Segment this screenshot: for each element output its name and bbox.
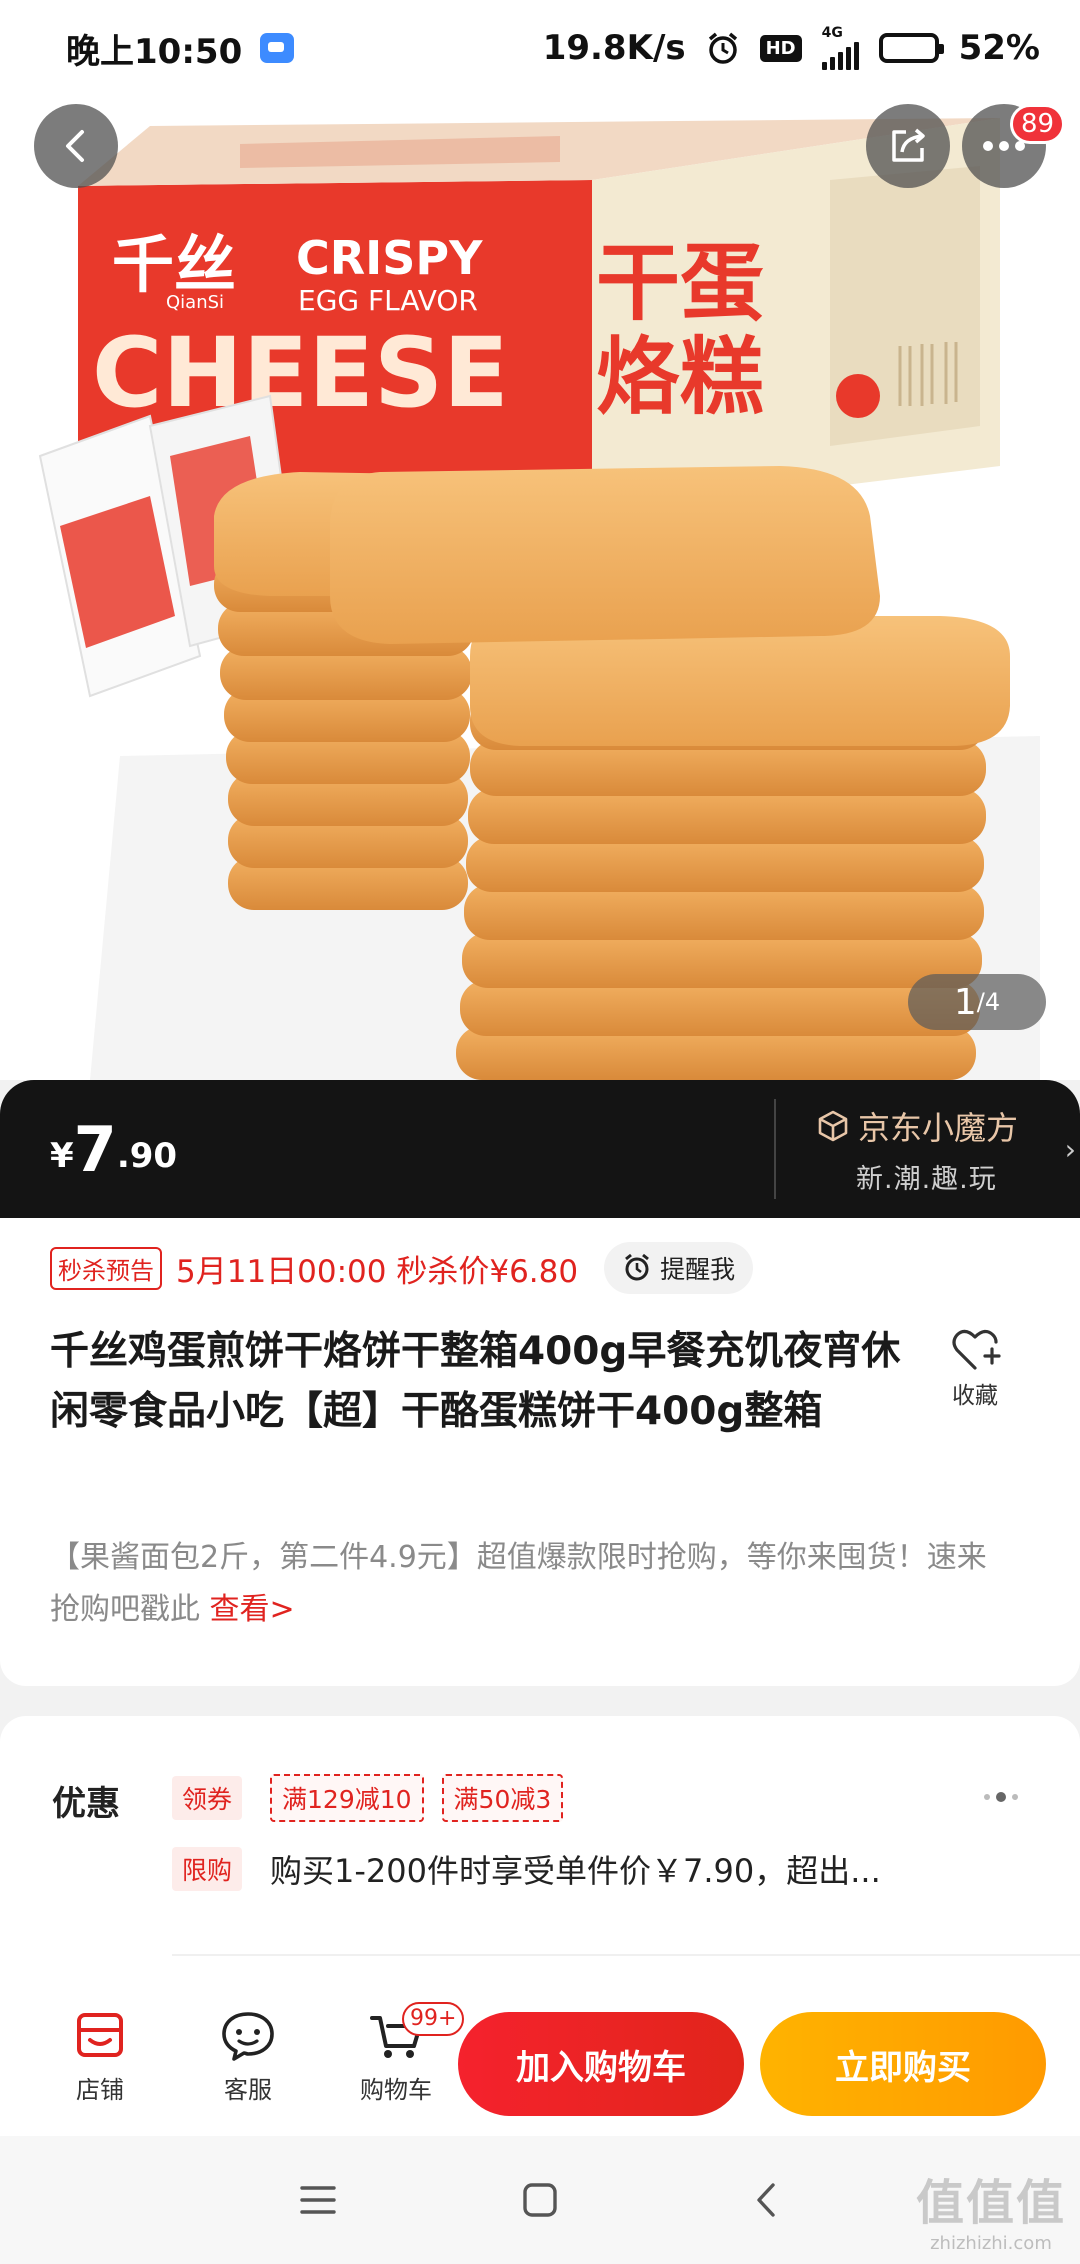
heart-icon [952,1329,1001,1370]
product-title: 千丝鸡蛋煎饼干烙饼干整箱400g早餐充饥夜宵休闲零食品小吃【超】干酪蛋糕饼干40… [50,1329,901,1434]
share-icon [892,128,925,162]
price-decimal: .90 [116,1136,178,1176]
price-bar: ¥ 7 .90 京东小魔方 新.潮.趣.玩 › [0,1080,1080,1218]
purchase-limit-text: 购买1-200件时享受单件价￥7.90，超出... [270,1852,881,1890]
recent-apps-button[interactable] [288,2172,348,2228]
product-detail-page: 晚上10:50 19.8K/s HD 4G 52% 千丝 QianSi CRIS… [0,0,1080,2264]
message-count-badge: 89 [1010,104,1066,144]
alarm-clock-icon [625,1253,650,1281]
promo-text: 【果酱面包2斤，第二件4.9元】超值爆款限时抢购，等你来囤货！速来抢购吧戳此 [50,1540,987,1627]
promo-view-link[interactable]: 查看> [210,1592,295,1627]
message-notification-icon [260,33,295,63]
product-image-gallery[interactable]: 千丝 QianSi CRISPY EGG FLAVOR CHEESE 干蛋 烙糕 [0,96,1080,1080]
get-coupon-tag: 领券 [172,1776,243,1820]
cart-count-badge: 99+ [402,2001,465,2036]
favorite-label: 收藏 [952,1383,998,1409]
more-dots-icon[interactable] [984,1792,1018,1802]
flash-sale-tag: 秒杀预告 [50,1246,162,1290]
home-square-icon [523,2183,557,2217]
purchase-limit-row[interactable]: 限购 购买1-200件时享受单件价￥7.90，超出... [172,1846,881,1892]
store-icon [77,2012,123,2057]
jd-subtitle: 新.潮.趣.玩 [856,1163,997,1195]
purchase-limit-tag: 限购 [172,1847,243,1891]
cart-button[interactable]: 99+ 购物车 [322,2001,470,2105]
remind-me-button[interactable]: 提醒我 [604,1242,754,1294]
share-button[interactable] [866,104,950,188]
favorite-button[interactable]: 收藏 [942,1326,1008,1410]
network-type: 4G [821,25,843,41]
back-nav-button[interactable] [736,2172,796,2228]
alarm-icon [706,31,740,65]
image-pager: 1/4 [908,974,1046,1030]
offers-label: 优惠 [52,1784,120,1824]
watermark-url: zhizhizhi.com [930,2233,1052,2254]
chinese-name-2: 烙糕 [596,328,764,426]
net-speed: 19.8K/s [542,28,686,68]
customer-service-button[interactable]: 客服 [174,2010,322,2105]
price-currency: ¥ [50,1136,74,1176]
coupon-50-3[interactable]: 满50减3 [441,1774,564,1822]
jd-title-row: 京东小魔方 [816,1103,1058,1149]
jd-title: 京东小魔方 [858,1108,1019,1147]
pager-current: 1 [953,981,977,1023]
status-right: 19.8K/s HD 4G 52% [543,26,1040,70]
hd-icon: HD [759,34,802,62]
battery-level: 52% [958,28,1040,68]
battery-icon [878,33,944,63]
back-arrow-icon [757,2183,775,2217]
promo-description: 【果酱面包2斤，第二件4.9元】超值爆款限时抢购，等你来囤货！速来抢购吧戳此 查… [50,1532,1010,1636]
signal-icon: 4G [821,25,859,70]
chevron-left-icon [66,130,84,162]
coupon-list: 满129减10 满50减3 [270,1774,564,1822]
more-dots-icon [983,141,1025,151]
brand-logo-text: 千丝 [112,228,236,301]
egg-flavor-text: EGG FLAVOR [298,284,478,317]
status-bar: 晚上10:50 19.8K/s HD 4G 52% [0,0,1080,96]
flash-sale-text: 5月11日00:00 秒杀价¥6.80 [176,1253,579,1290]
coupon-129-10[interactable]: 满129减10 [270,1774,424,1822]
product-info-section: 秒杀预告 5月11日00:00 秒杀价¥6.80 提醒我 千丝鸡蛋煎饼干烙饼干整… [0,1218,1080,1686]
chat-icon [222,2011,274,2061]
crispy-text: CRISPY [296,231,483,285]
buy-now-button[interactable]: 立即购买 [760,2012,1046,2116]
site-watermark: 值值值 zhizhizhi.com [916,2163,1066,2254]
system-navigation-bar: 值值值 zhizhizhi.com [0,2136,1080,2264]
home-button[interactable] [510,2172,570,2228]
store-label: 店铺 [76,2075,124,2104]
watermark-logo: 值值值 [915,2175,1066,2231]
back-button[interactable] [34,104,118,188]
chinese-name-1: 干蛋 [596,234,764,332]
remind-me-label: 提醒我 [660,1255,736,1284]
customer-service-label: 客服 [224,2075,272,2104]
flash-sale-preview: 秒杀预告 5月11日00:00 秒杀价¥6.80 提醒我 [50,1242,754,1294]
bottom-action-bar: 店铺 客服 99+ 购物车 加入购物车 立即购买 [0,1978,1080,2136]
jd-mini-cube-banner[interactable]: 京东小魔方 新.潮.趣.玩 › [774,1099,1080,1199]
pager-total: /4 [976,988,1001,1016]
status-time: 晚上10:50 [66,31,243,72]
menu-icon [300,2186,336,2214]
price-integer: 7 [73,1112,117,1186]
chevron-right-icon: › [1064,1133,1076,1166]
divider [172,1954,1080,1956]
add-to-cart-button[interactable]: 加入购物车 [458,2012,744,2116]
coupon-row[interactable]: 领券 满129减10 满50减3 [172,1774,564,1822]
store-button[interactable]: 店铺 [26,2010,174,2105]
cart-label: 购物车 [360,2075,432,2104]
brand-latin-text: QianSi [166,292,224,313]
cheese-text: CHEESE [92,317,509,429]
cube-icon [818,1110,848,1141]
product-photo: 千丝 QianSi CRISPY EGG FLAVOR CHEESE 干蛋 烙糕 [0,96,1080,1080]
